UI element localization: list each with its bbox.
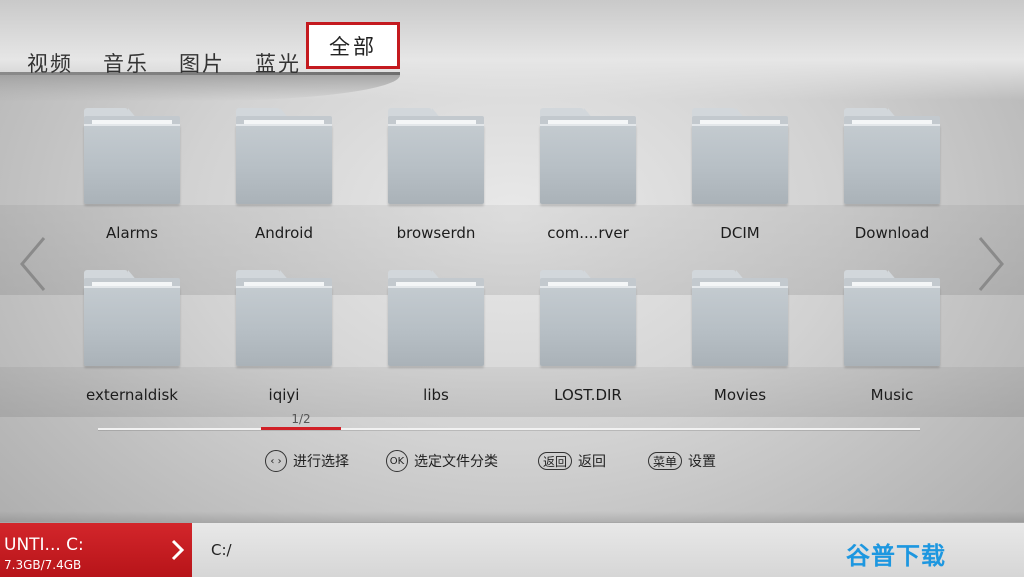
hint-menu: 菜单 设置 xyxy=(648,450,716,472)
folder-label: Music xyxy=(870,386,914,404)
folder-label: externaldisk xyxy=(86,386,178,404)
tab-music[interactable]: 音乐 xyxy=(103,48,149,78)
folder-item[interactable]: libs xyxy=(360,266,512,406)
ok-button-icon: OK xyxy=(386,450,408,472)
key-hints: ‹ › 进行选择 OK 选定文件分类 返回 返回 菜单 设置 xyxy=(0,450,1024,472)
category-tab-bar: 视频 音乐 图片 蓝光 全部 xyxy=(0,0,1024,110)
folder-item[interactable]: Android xyxy=(208,104,360,244)
folder-item[interactable]: iqiyi xyxy=(208,266,360,406)
folder-label: Download xyxy=(854,224,930,242)
folder-icon xyxy=(692,108,788,204)
folder-icon xyxy=(692,270,788,366)
left-right-arrows-icon: ‹ › xyxy=(265,450,287,472)
folder-label: com....rver xyxy=(547,224,629,242)
folder-label: browserdn xyxy=(396,224,476,242)
folder-label: LOST.DIR xyxy=(554,386,622,404)
hint-ok-text: 选定文件分类 xyxy=(414,454,498,470)
folder-item[interactable]: LOST.DIR xyxy=(512,266,664,406)
hint-menu-text: 设置 xyxy=(688,454,717,470)
drive-selector[interactable]: UNTI... C: 7.3GB/7.4GB xyxy=(0,523,192,577)
current-path: C:/ xyxy=(211,541,232,559)
folder-icon xyxy=(84,270,180,366)
tab-bluray[interactable]: 蓝光 xyxy=(255,48,301,78)
drive-name: UNTI... C: xyxy=(4,535,84,555)
tab-all[interactable]: 全部 xyxy=(306,22,400,69)
menu-key-icon: 菜单 xyxy=(648,452,683,470)
tab-pictures[interactable]: 图片 xyxy=(179,48,225,78)
hint-select-text: 进行选择 xyxy=(293,454,349,470)
back-key-icon: 返回 xyxy=(538,452,573,470)
folder-label: Movies xyxy=(713,386,767,404)
folder-item[interactable]: DCIM xyxy=(664,104,816,244)
folder-label: iqiyi xyxy=(268,386,300,404)
pager-indicator xyxy=(261,427,341,430)
folder-label: libs xyxy=(423,386,449,404)
folder-item[interactable]: browserdn xyxy=(360,104,512,244)
pager-track xyxy=(98,428,920,430)
folder-item[interactable]: externaldisk xyxy=(56,266,208,406)
previous-page-arrow-icon[interactable] xyxy=(18,236,48,292)
folder-icon xyxy=(388,270,484,366)
folder-icon xyxy=(236,270,332,366)
drive-capacity: 7.3GB/7.4GB xyxy=(4,558,82,572)
next-page-arrow-icon[interactable] xyxy=(976,236,1006,292)
folder-icon xyxy=(844,270,940,366)
folder-item[interactable]: Download xyxy=(816,104,968,244)
hint-ok: OK 选定文件分类 xyxy=(386,450,498,472)
hint-back-text: 返回 xyxy=(578,454,607,470)
folder-item[interactable]: Alarms xyxy=(56,104,208,244)
folder-icon xyxy=(540,108,636,204)
chevron-right-icon xyxy=(171,539,185,561)
folder-icon xyxy=(84,108,180,204)
folder-label: Alarms xyxy=(106,224,158,242)
folder-icon xyxy=(540,270,636,366)
folder-icon xyxy=(236,108,332,204)
page-number: 1/2 xyxy=(291,412,311,426)
hint-select: ‹ › 进行选择 xyxy=(265,450,349,472)
folder-item[interactable]: Music xyxy=(816,266,968,406)
folder-icon xyxy=(844,108,940,204)
folder-icon xyxy=(388,108,484,204)
tab-shadow xyxy=(0,75,400,101)
folder-label: Android xyxy=(255,224,313,242)
folder-grid: Alarms Android browserdn com....rver DCI… xyxy=(56,104,968,414)
bottom-status-bar: UNTI... C: 7.3GB/7.4GB C:/ 谷普下载 xyxy=(0,511,1024,577)
tab-video[interactable]: 视频 xyxy=(27,48,73,78)
folder-item[interactable]: com....rver xyxy=(512,104,664,244)
hint-back: 返回 返回 xyxy=(538,450,606,472)
folder-item[interactable]: Movies xyxy=(664,266,816,406)
folder-label: DCIM xyxy=(720,224,760,242)
watermark-logo: 谷普下载 xyxy=(846,542,946,570)
